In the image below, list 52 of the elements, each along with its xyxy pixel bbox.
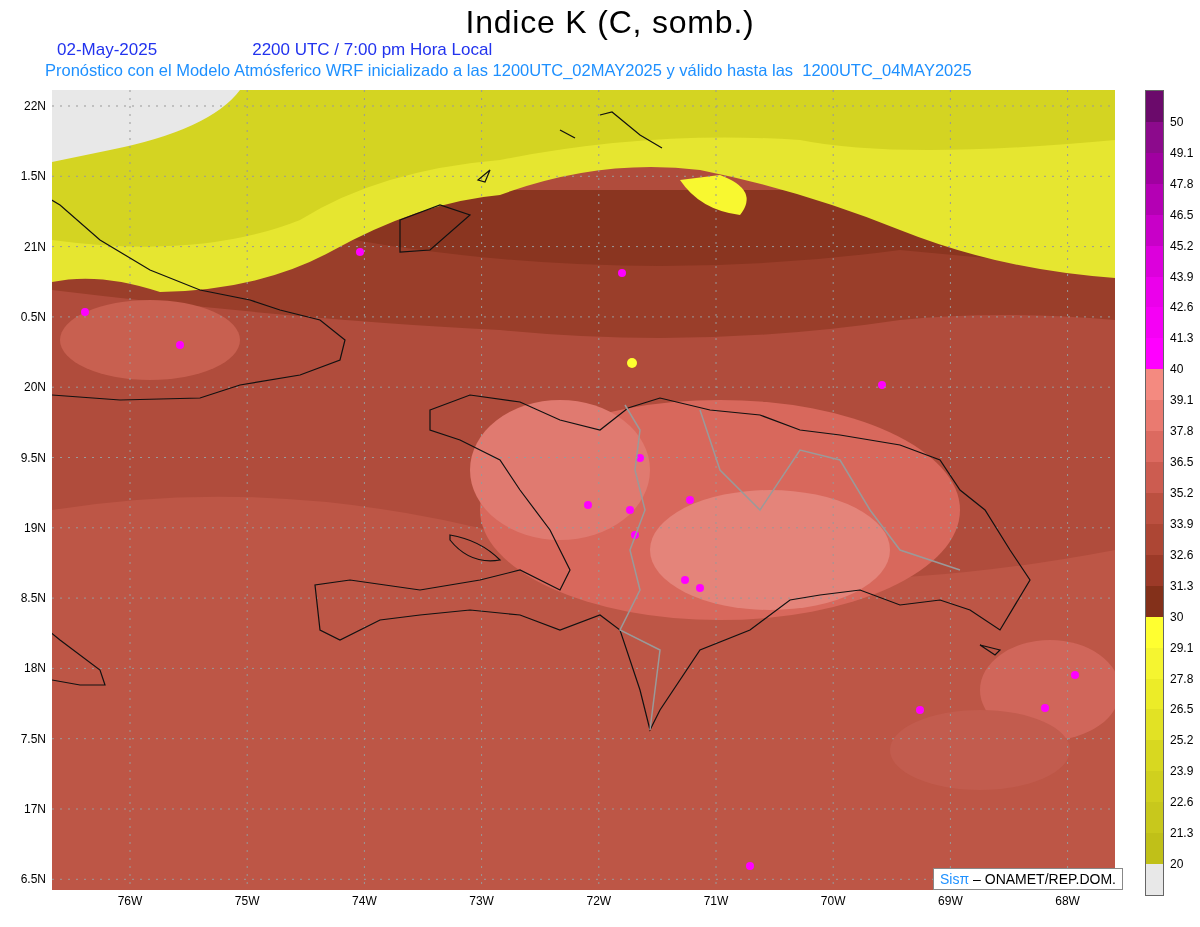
latitude-label: 8.5N bbox=[20, 591, 46, 606]
longitude-label: 71W bbox=[703, 894, 729, 908]
legend-label: 20 bbox=[1170, 857, 1184, 872]
legend-label: 43.9 bbox=[1170, 269, 1194, 284]
longitude-label: 72W bbox=[586, 894, 612, 908]
legend-label: 45.2 bbox=[1170, 238, 1194, 253]
latitude-label: 20N bbox=[24, 380, 46, 395]
longitude-label: 75W bbox=[234, 894, 260, 908]
longitude-label: 76W bbox=[117, 894, 143, 908]
legend-label: 42.6 bbox=[1170, 300, 1194, 315]
legend-label: 35.2 bbox=[1170, 486, 1194, 500]
logo-text: Sisπ bbox=[940, 870, 970, 889]
legend-label: 40 bbox=[1170, 362, 1184, 377]
longitude-label: 68W bbox=[1055, 894, 1080, 908]
date-label: 02-May-2025 bbox=[57, 40, 158, 60]
latitude-label: 7.5N bbox=[20, 731, 46, 746]
legend-label: 49.1 bbox=[1170, 145, 1194, 160]
legend-label: 46.5 bbox=[1170, 207, 1194, 222]
legend-label: 39.1 bbox=[1170, 393, 1194, 408]
latitude-label: 21N bbox=[24, 239, 46, 254]
legend-label: 36.5 bbox=[1170, 455, 1194, 470]
longitude-label: 70W bbox=[820, 894, 846, 908]
longitude-label: 74W bbox=[352, 894, 377, 908]
legend-label: 23.9 bbox=[1170, 764, 1194, 779]
legend-label: 30 bbox=[1170, 609, 1184, 624]
legend-label: 31.3 bbox=[1170, 578, 1194, 593]
legend-label: 29.1 bbox=[1170, 640, 1194, 655]
latitude-label: 22N bbox=[24, 99, 46, 113]
legend-label: 25.2 bbox=[1170, 733, 1194, 748]
latitude-label: 18N bbox=[24, 661, 46, 676]
latitude-label: 6.5N bbox=[20, 872, 46, 887]
legend-label: 32.6 bbox=[1170, 547, 1194, 562]
latitude-label: 17N bbox=[24, 802, 46, 816]
legend-label: 33.9 bbox=[1170, 516, 1194, 531]
forecast-subtitle: Pronóstico con el Modelo Atmósferico WRF inicializado a las 1200UTC_02MAY2025 y válido hasta las 1200UTC_04MAY2025 bbox=[45, 60, 972, 80]
legend-label: 27.8 bbox=[1170, 671, 1194, 686]
longitude-label: 73W bbox=[469, 894, 494, 908]
legend-label: 37.8 bbox=[1170, 424, 1194, 439]
latitude-label: 1.5N bbox=[20, 169, 46, 184]
legend-label: 41.3 bbox=[1170, 331, 1194, 346]
legend-label: 26.5 bbox=[1170, 702, 1194, 717]
time-label: 2200 UTC / 7:00 pm Hora Local bbox=[252, 40, 493, 60]
credit-text: – ONAMET/REP.DOM. bbox=[973, 870, 1116, 889]
chart-title: Indice K (C, somb.) bbox=[465, 4, 755, 40]
latitude-label: 9.5N bbox=[20, 450, 46, 465]
legend-label: 47.8 bbox=[1170, 176, 1194, 191]
latitude-label: 19N bbox=[24, 520, 46, 535]
legend-label: 50 bbox=[1170, 114, 1184, 129]
latitude-label: 0.5N bbox=[20, 309, 46, 324]
legend-label: 21.3 bbox=[1170, 826, 1194, 841]
legend-label: 22.6 bbox=[1170, 795, 1194, 810]
longitude-label: 69W bbox=[938, 894, 963, 908]
